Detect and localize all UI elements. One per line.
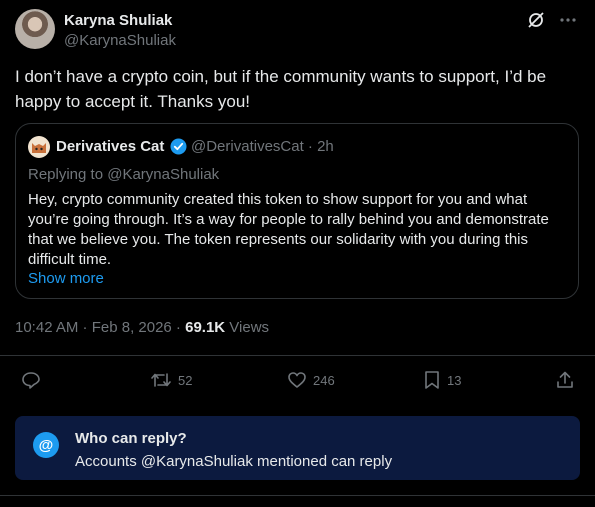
who-can-reply-text: Accounts @KarynaShuliak mentioned can re… [75,453,393,470]
views-label: Views [225,319,270,336]
reply-icon [21,370,41,390]
bookmark-icon [423,370,441,390]
quoted-author-handle-time[interactable]: @DerivativesCat · 2h [191,138,334,155]
author-avatar[interactable] [15,9,55,49]
divider [0,355,595,356]
bookmark-button[interactable]: 13 [423,370,461,390]
like-button[interactable]: 246 [287,370,335,390]
timestamp[interactable]: 10:42 AM · Feb 8, 2026 · [15,319,185,336]
reply-button[interactable] [21,370,41,390]
grok-icon[interactable] [527,11,545,29]
more-options-icon[interactable] [559,11,577,29]
share-icon [555,370,575,390]
tweet-meta: 10:42 AM · Feb 8, 2026 · 69.1K Views [15,319,269,336]
tweet-top-actions [527,11,577,29]
heart-icon [287,370,307,390]
like-count: 246 [313,372,335,388]
show-more-link[interactable]: Show more [28,270,104,287]
quoted-author-avatar[interactable] [28,136,50,158]
bookmark-count: 13 [447,372,462,388]
replying-to: Replying to @KarynaShuliak [28,166,220,183]
verified-badge-icon [170,138,187,160]
quoted-tweet-text: Hey, crypto community created this token… [28,191,549,268]
share-button[interactable] [555,370,575,390]
who-can-reply-title: Who can reply? [75,430,187,447]
views-count: 69.1K [185,319,226,336]
who-can-reply-banner: @ Who can reply? Accounts @KarynaShuliak… [15,416,580,480]
retweet-icon [150,370,172,390]
quoted-tweet[interactable]: Derivatives Cat @DerivativesCat · 2h Rep… [15,123,579,299]
at-sign-icon: @ [33,432,59,458]
divider-bottom [0,495,595,496]
tweet-text: I don’t have a crypto coin, but if the c… [15,67,547,111]
author-name[interactable]: Karyna Shuliak [64,12,172,29]
retweet-count: 52 [178,372,193,388]
tweet-actions-bar: 52 246 13 [15,370,580,392]
author-handle[interactable]: @KarynaShuliak [64,32,176,49]
retweet-button[interactable]: 52 [150,370,192,390]
quoted-author-name[interactable]: Derivatives Cat [56,138,164,155]
